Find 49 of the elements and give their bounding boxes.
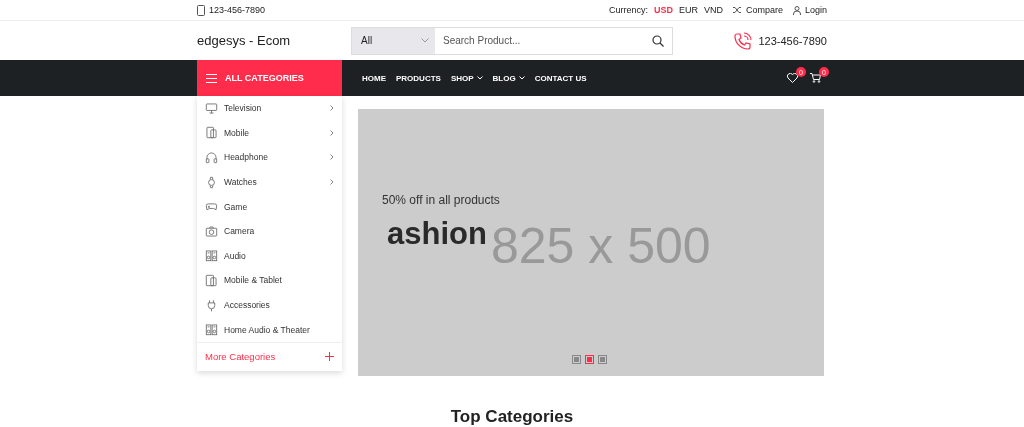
banner-subtitle: 50% off in all products: [382, 193, 500, 207]
tablet-icon: [205, 273, 218, 287]
mobile-phone-icon: [197, 4, 205, 16]
nav-link[interactable]: SHOP: [450, 73, 483, 83]
hotline-number: 123-456-7890: [758, 34, 827, 47]
nav-link[interactable]: BLOG: [492, 73, 525, 83]
category-item[interactable]: Mobile & Tablet: [224, 275, 334, 286]
slider-dot[interactable]: [572, 355, 581, 364]
phone-call-icon: [734, 31, 753, 50]
user-icon: [792, 5, 801, 15]
currency-option[interactable]: VND: [703, 5, 723, 15]
currency-label: Currency:: [608, 5, 648, 15]
login-link[interactable]: Login: [804, 5, 827, 15]
monitor-icon: [205, 101, 218, 115]
all-categories-button[interactable]: ALL CATEGORIES: [197, 60, 342, 96]
shuffle-icon: [732, 6, 742, 14]
phone-number: 123-456-7890: [209, 5, 266, 15]
nav-link[interactable]: HOME: [362, 73, 386, 83]
nav-link[interactable]: CONTACT US: [534, 73, 587, 83]
nav-link[interactable]: PRODUCTS: [396, 73, 441, 83]
category-item[interactable]: Game: [224, 201, 334, 212]
slider-dot[interactable]: [585, 355, 594, 364]
camera-icon: [205, 224, 218, 238]
watch-icon: [205, 175, 218, 189]
more-categories-link[interactable]: More Categories: [205, 351, 276, 363]
category-item[interactable]: Audio: [224, 250, 334, 261]
speaker-icon: [205, 249, 218, 263]
category-item[interactable]: Watches: [224, 177, 324, 188]
headphones-icon: [205, 151, 218, 164]
category-item[interactable]: Mobile: [224, 127, 324, 138]
category-item[interactable]: Television: [224, 103, 324, 114]
category-item[interactable]: Headphone: [224, 152, 324, 163]
cart-icon[interactable]: [810, 73, 821, 83]
category-item[interactable]: Home Audio & Theater: [224, 324, 334, 335]
slider-dot[interactable]: [598, 355, 607, 364]
site-logo[interactable]: edgesys - Ecom: [197, 33, 351, 48]
banner-title: ashion: [387, 216, 487, 252]
heart-icon[interactable]: [787, 73, 798, 83]
plug-icon: [205, 298, 218, 312]
section-title: Top Categories: [450, 407, 574, 426]
menu-icon: [206, 73, 217, 83]
phone-icon: [205, 126, 218, 140]
currency-option[interactable]: EUR: [678, 5, 698, 15]
currency-option[interactable]: USD: [653, 5, 673, 15]
speaker-icon: [205, 323, 218, 337]
category-item[interactable]: Camera: [224, 226, 334, 237]
compare-link[interactable]: Compare: [745, 5, 783, 15]
plus-icon[interactable]: [325, 352, 334, 362]
category-item[interactable]: Accessories: [224, 300, 334, 311]
